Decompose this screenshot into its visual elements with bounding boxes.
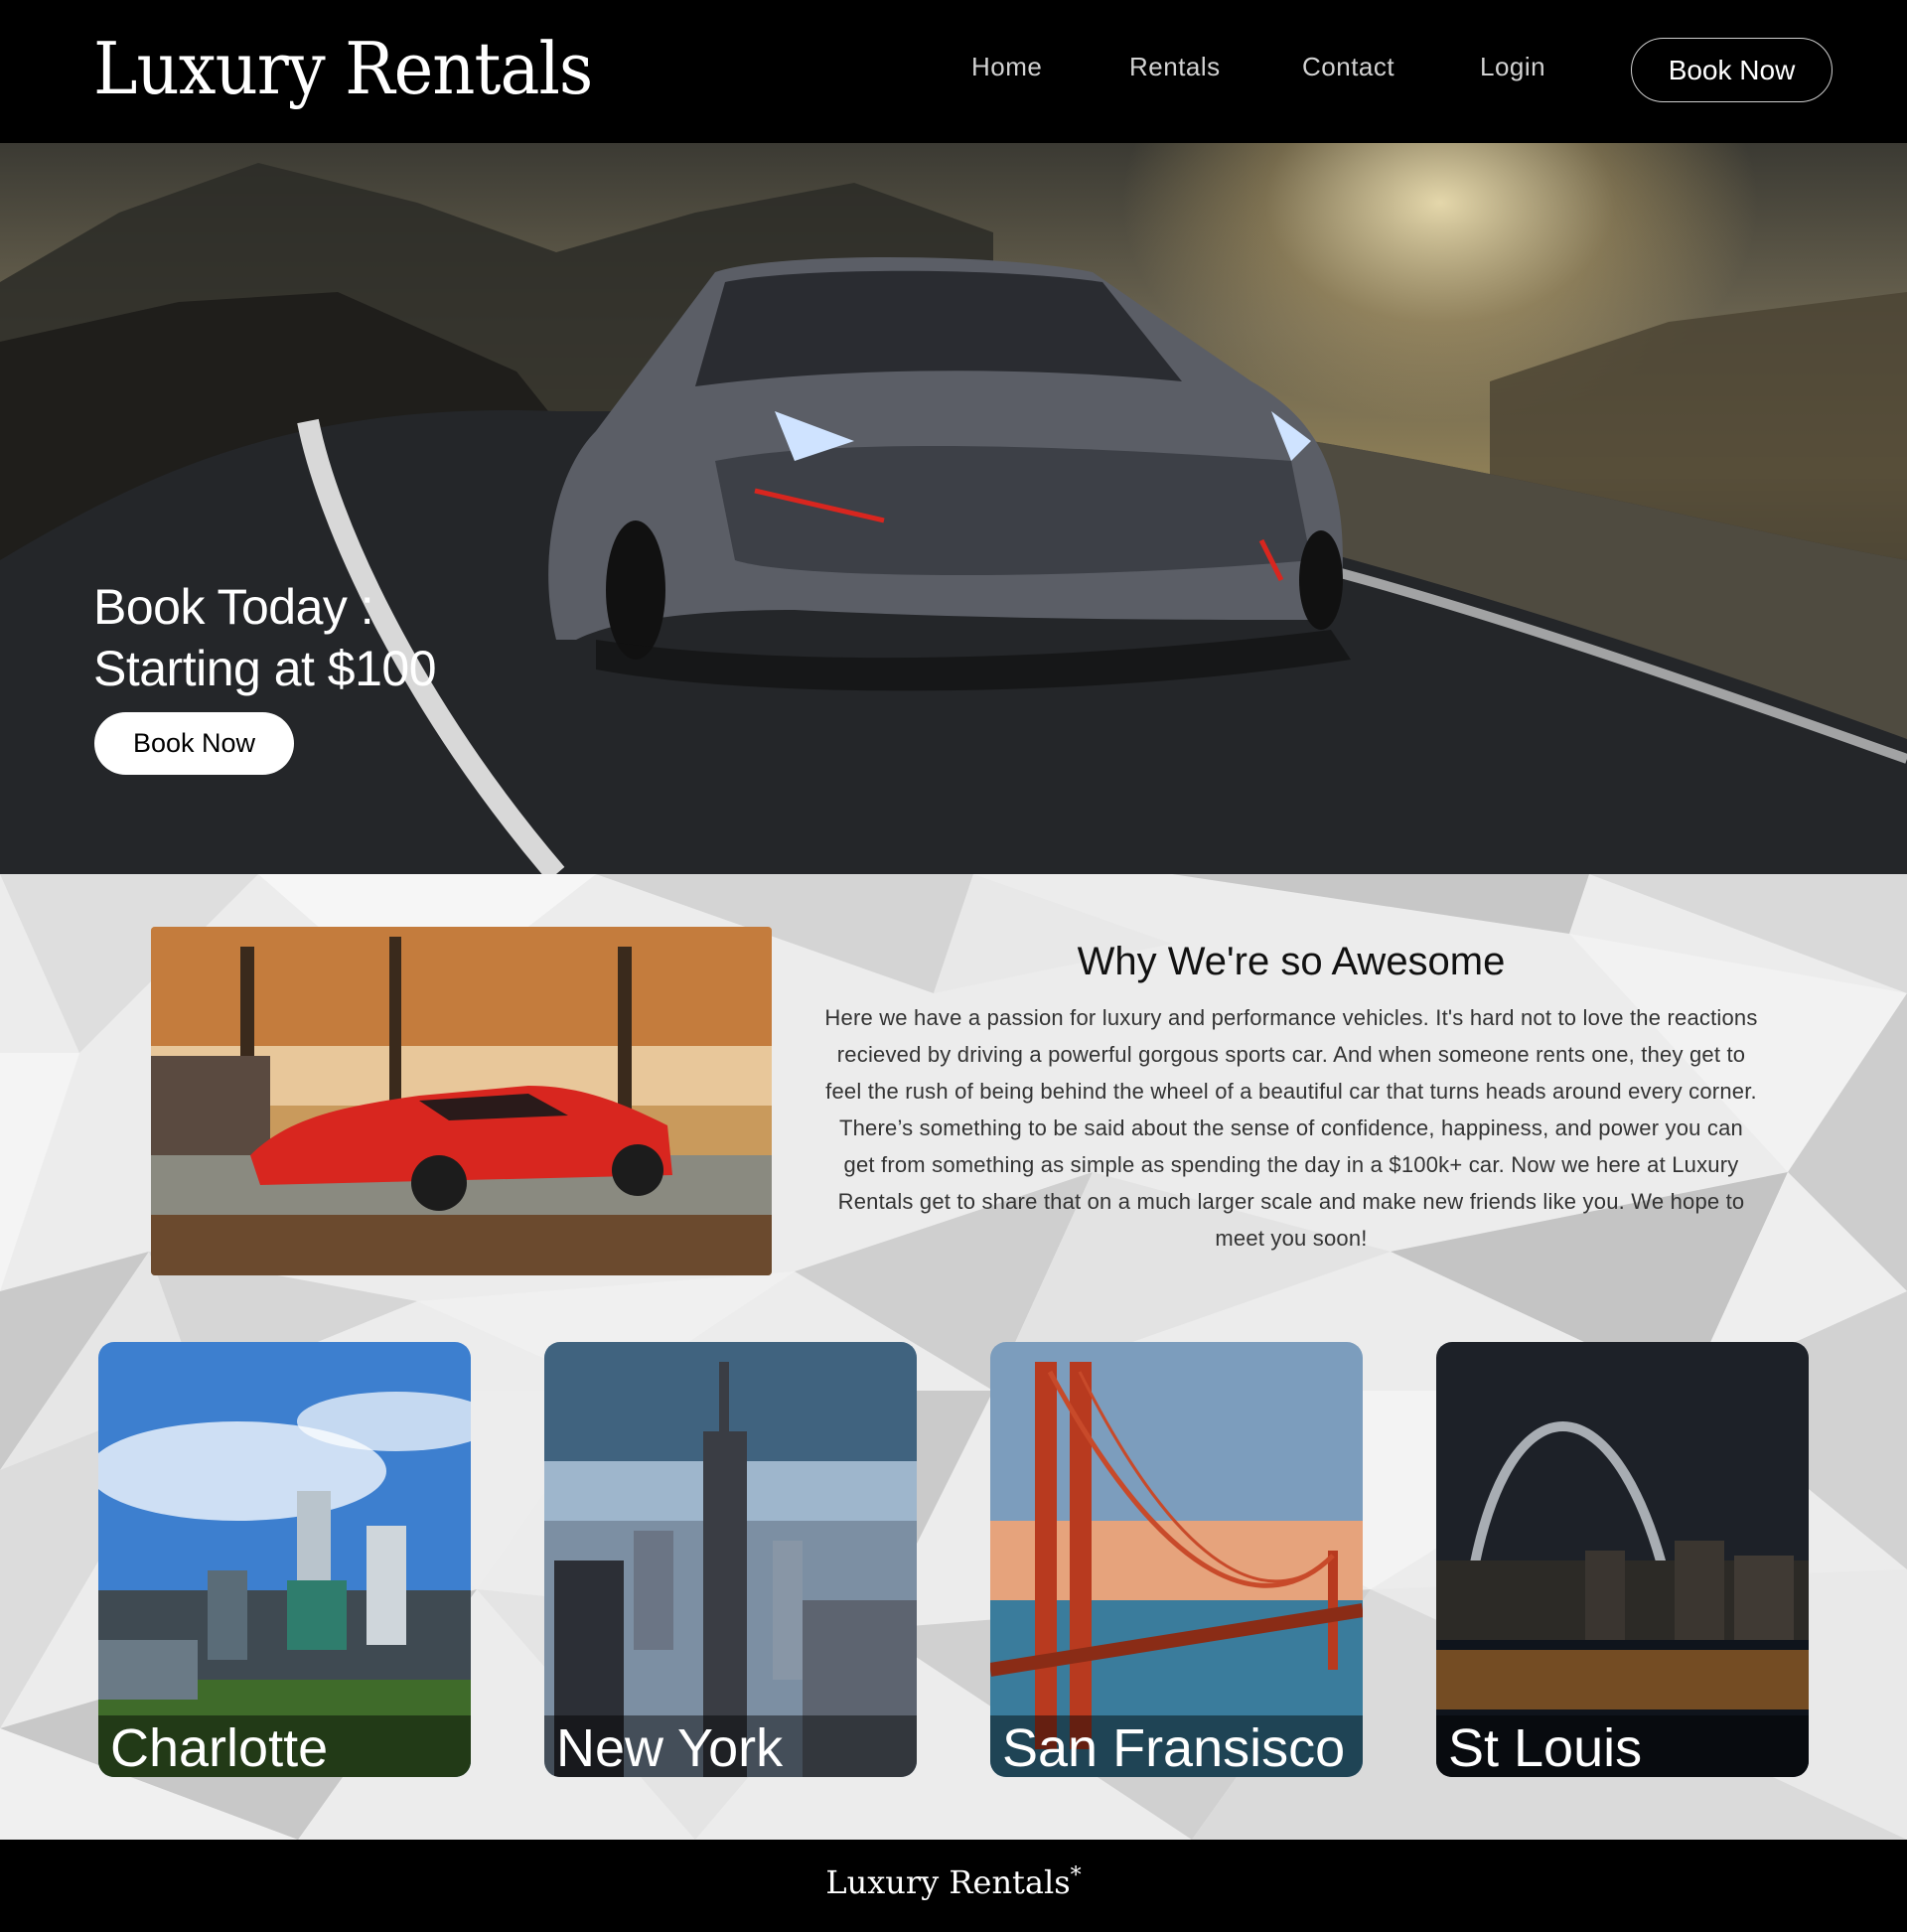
- hero-title: Book Today : Starting at $100: [93, 576, 437, 699]
- nav-home[interactable]: Home: [971, 52, 1042, 82]
- about-title: Why We're so Awesome: [1077, 940, 1506, 983]
- about-text: Here we have a passion for luxury and pe…: [824, 1005, 1758, 1251]
- header-book-now-button[interactable]: Book Now: [1631, 38, 1833, 102]
- featured-red-car-image: [151, 927, 772, 1275]
- nav-contact[interactable]: Contact: [1302, 52, 1394, 82]
- site-header: Luxury Rentals Home Rentals Contact Logi…: [0, 0, 1907, 143]
- city-label-st-louis: St Louis: [1436, 1715, 1809, 1777]
- hero-title-line2: Starting at $100: [93, 641, 437, 696]
- city-card-san-fransisco[interactable]: San Fransisco: [990, 1342, 1363, 1777]
- st-louis-arch-image: [1436, 1342, 1809, 1777]
- footer-logo-mark: *: [1070, 1863, 1082, 1888]
- footer-logo-text: Luxury Rentals: [825, 1863, 1071, 1901]
- city-card-new-york[interactable]: New York: [544, 1342, 917, 1777]
- footer-logo[interactable]: Luxury Rentals*: [0, 1863, 1907, 1901]
- site-logo[interactable]: Luxury Rentals: [93, 28, 593, 110]
- nav-login[interactable]: Login: [1480, 52, 1545, 82]
- city-card-charlotte[interactable]: Charlotte: [98, 1342, 471, 1777]
- nav-rentals[interactable]: Rentals: [1129, 52, 1221, 82]
- site-footer: Luxury Rentals*: [0, 1840, 1907, 1932]
- main-content: Why We're so Awesome Here we have a pass…: [0, 874, 1907, 1840]
- hero-banner: Book Today : Starting at $100 Book Now: [0, 143, 1907, 874]
- hero-car-image: [0, 163, 1907, 874]
- new-york-skyline-image: [544, 1342, 917, 1777]
- city-label-san-fransisco: San Fransisco: [990, 1715, 1363, 1777]
- charlotte-skyline-image: [98, 1342, 471, 1777]
- hero-book-now-button[interactable]: Book Now: [94, 712, 294, 775]
- hero-title-line1: Book Today :: [93, 579, 374, 635]
- city-label-charlotte: Charlotte: [98, 1715, 471, 1777]
- city-label-new-york: New York: [544, 1715, 917, 1777]
- san-fransisco-bridge-image: [990, 1342, 1363, 1777]
- city-card-st-louis[interactable]: St Louis: [1436, 1342, 1809, 1777]
